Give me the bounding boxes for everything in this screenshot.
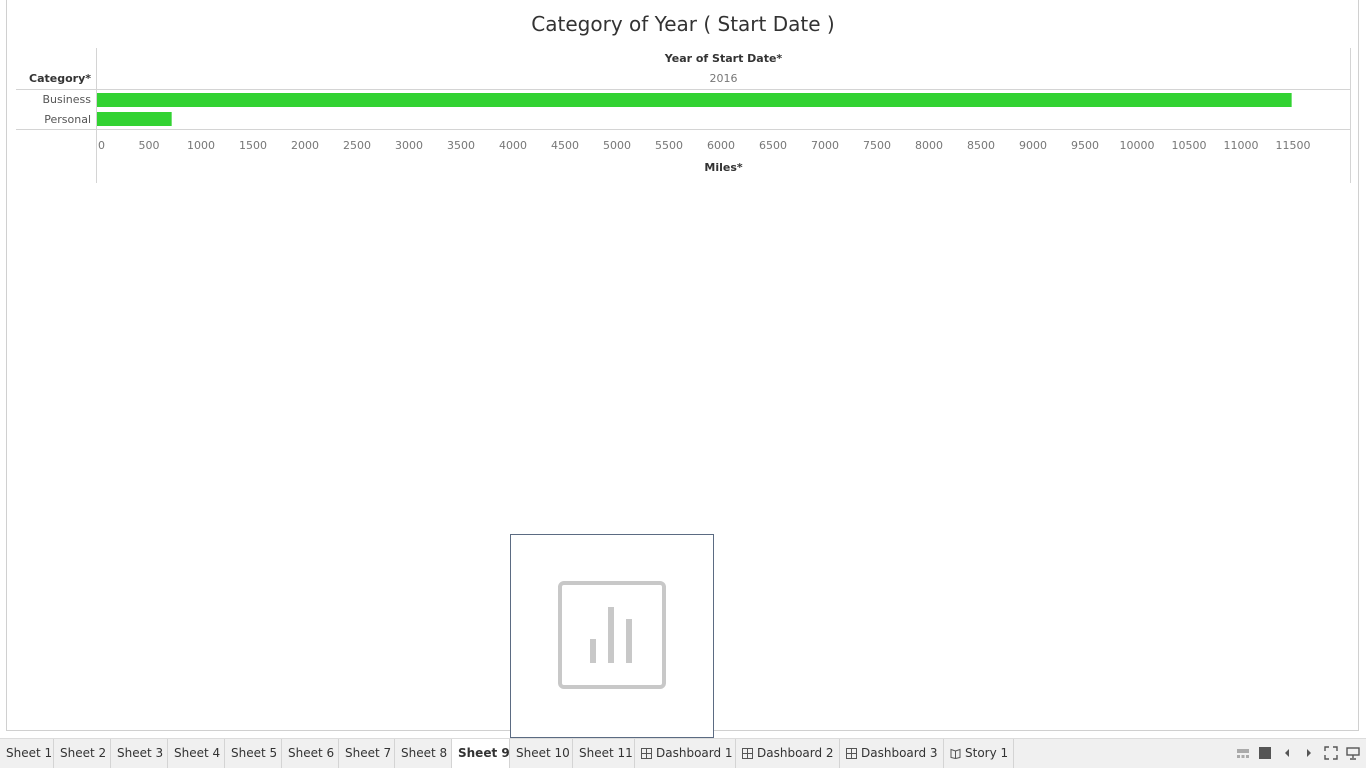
x-tick-label: 10500 (1172, 139, 1207, 152)
x-tick-label: 1500 (239, 139, 267, 152)
tab-label: Sheet 11 (579, 746, 633, 760)
x-tick-label: 6500 (759, 139, 787, 152)
sheet-tab-bar: Sheet 1 Sheet 2 Sheet 3 Sheet 4 Sheet 5 … (0, 738, 1366, 768)
x-tick-label: 3000 (395, 139, 423, 152)
empty-view-placeholder (510, 534, 714, 738)
tab-sheet-10[interactable]: Sheet 10 (510, 739, 573, 768)
tab-sheet-8[interactable]: Sheet 8 (395, 739, 452, 768)
x-tick-label: 1000 (187, 139, 215, 152)
tab-label: Sheet 8 (401, 746, 448, 760)
x-tick-label: 5500 (655, 139, 683, 152)
tab-label: Sheet 10 (516, 746, 570, 760)
x-tick-label: 7500 (863, 139, 891, 152)
x-tick-label: 500 (139, 139, 160, 152)
tab-dashboard-3[interactable]: Dashboard 3 (840, 739, 944, 768)
x-tick-label: 0 (98, 139, 105, 152)
tab-sheet-4[interactable]: Sheet 4 (168, 739, 225, 768)
previous-sheet-icon[interactable] (1282, 746, 1292, 760)
bar-chart-icon (558, 581, 666, 689)
x-tick-label: 7000 (811, 139, 839, 152)
tab-label: Dashboard 2 (757, 746, 834, 760)
fullscreen-icon[interactable] (1324, 746, 1338, 760)
tab-sheet-2[interactable]: Sheet 2 (54, 739, 111, 768)
x-tick-label: 9000 (1019, 139, 1047, 152)
tab-label: Dashboard 1 (656, 746, 733, 760)
tab-label: Sheet 9 (458, 746, 510, 760)
tab-sheet-11[interactable]: Sheet 11 (573, 739, 635, 768)
x-tick-label: 3500 (447, 139, 475, 152)
x-tick-label: 9500 (1071, 139, 1099, 152)
bar-personal[interactable] (97, 112, 172, 126)
bar-chart: 0 500 1000 1500 2000 2500 3000 3500 4000 4500 5000… (16, 48, 1351, 183)
dashboard-icon (641, 748, 652, 759)
tab-sheet-5[interactable]: Sheet 5 (225, 739, 282, 768)
dashboard-icon (846, 748, 857, 759)
tab-dashboard-2[interactable]: Dashboard 2 (736, 739, 840, 768)
show-tabs-icon[interactable] (1258, 746, 1272, 760)
dashboard-icon (742, 748, 753, 759)
tab-dashboard-1[interactable]: Dashboard 1 (635, 739, 736, 768)
tab-sheet-7[interactable]: Sheet 7 (339, 739, 395, 768)
x-tick-label: 5000 (603, 139, 631, 152)
next-sheet-icon[interactable] (1304, 746, 1314, 760)
tab-label: Sheet 7 (345, 746, 392, 760)
x-tick-label: 8500 (967, 139, 995, 152)
tab-story-1[interactable]: Story 1 (944, 739, 1014, 768)
tab-label: Sheet 3 (117, 746, 164, 760)
tab-sheet-9[interactable]: Sheet 9 (452, 739, 510, 768)
show-filmstrip-icon[interactable] (1236, 746, 1250, 760)
bar-business[interactable] (97, 93, 1292, 107)
story-icon (950, 748, 961, 759)
tab-sheet-6[interactable]: Sheet 6 (282, 739, 339, 768)
x-tick-label: 6000 (707, 139, 735, 152)
tab-sheet-3[interactable]: Sheet 3 (111, 739, 168, 768)
x-tick-label: 2000 (291, 139, 319, 152)
x-tick-label: 10000 (1120, 139, 1155, 152)
x-tick-label: 4500 (551, 139, 579, 152)
x-tick-label: 2500 (343, 139, 371, 152)
tab-label: Dashboard 3 (861, 746, 938, 760)
tab-label: Sheet 4 (174, 746, 221, 760)
tab-label: Sheet 5 (231, 746, 278, 760)
x-tick-label: 11000 (1224, 139, 1259, 152)
x-tick-label: 8000 (915, 139, 943, 152)
tab-label: Sheet 1 (6, 746, 53, 760)
tab-label: Story 1 (965, 746, 1009, 760)
tab-label: Sheet 2 (60, 746, 107, 760)
tab-label: Sheet 6 (288, 746, 335, 760)
presentation-mode-icon[interactable] (1346, 746, 1360, 760)
x-tick-label: 11500 (1276, 139, 1311, 152)
tab-sheet-1[interactable]: Sheet 1 (0, 739, 54, 768)
x-tick-label: 4000 (499, 139, 527, 152)
